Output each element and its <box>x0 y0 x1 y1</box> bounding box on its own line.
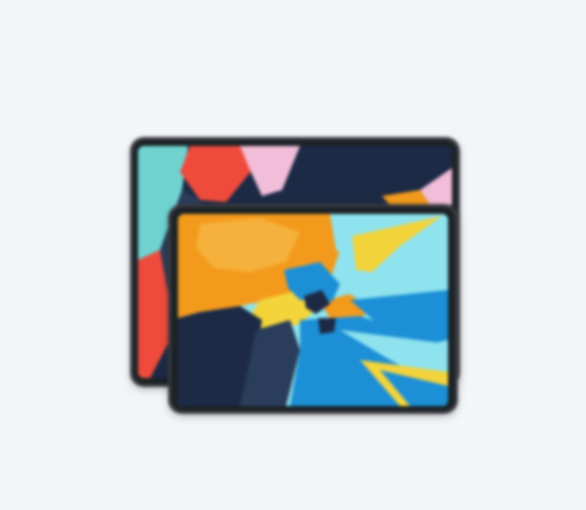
front-tablet-screen <box>178 214 448 406</box>
tablet-devices-icon <box>130 137 460 414</box>
front-tablet <box>168 204 458 414</box>
product-image-canvas <box>0 0 586 510</box>
